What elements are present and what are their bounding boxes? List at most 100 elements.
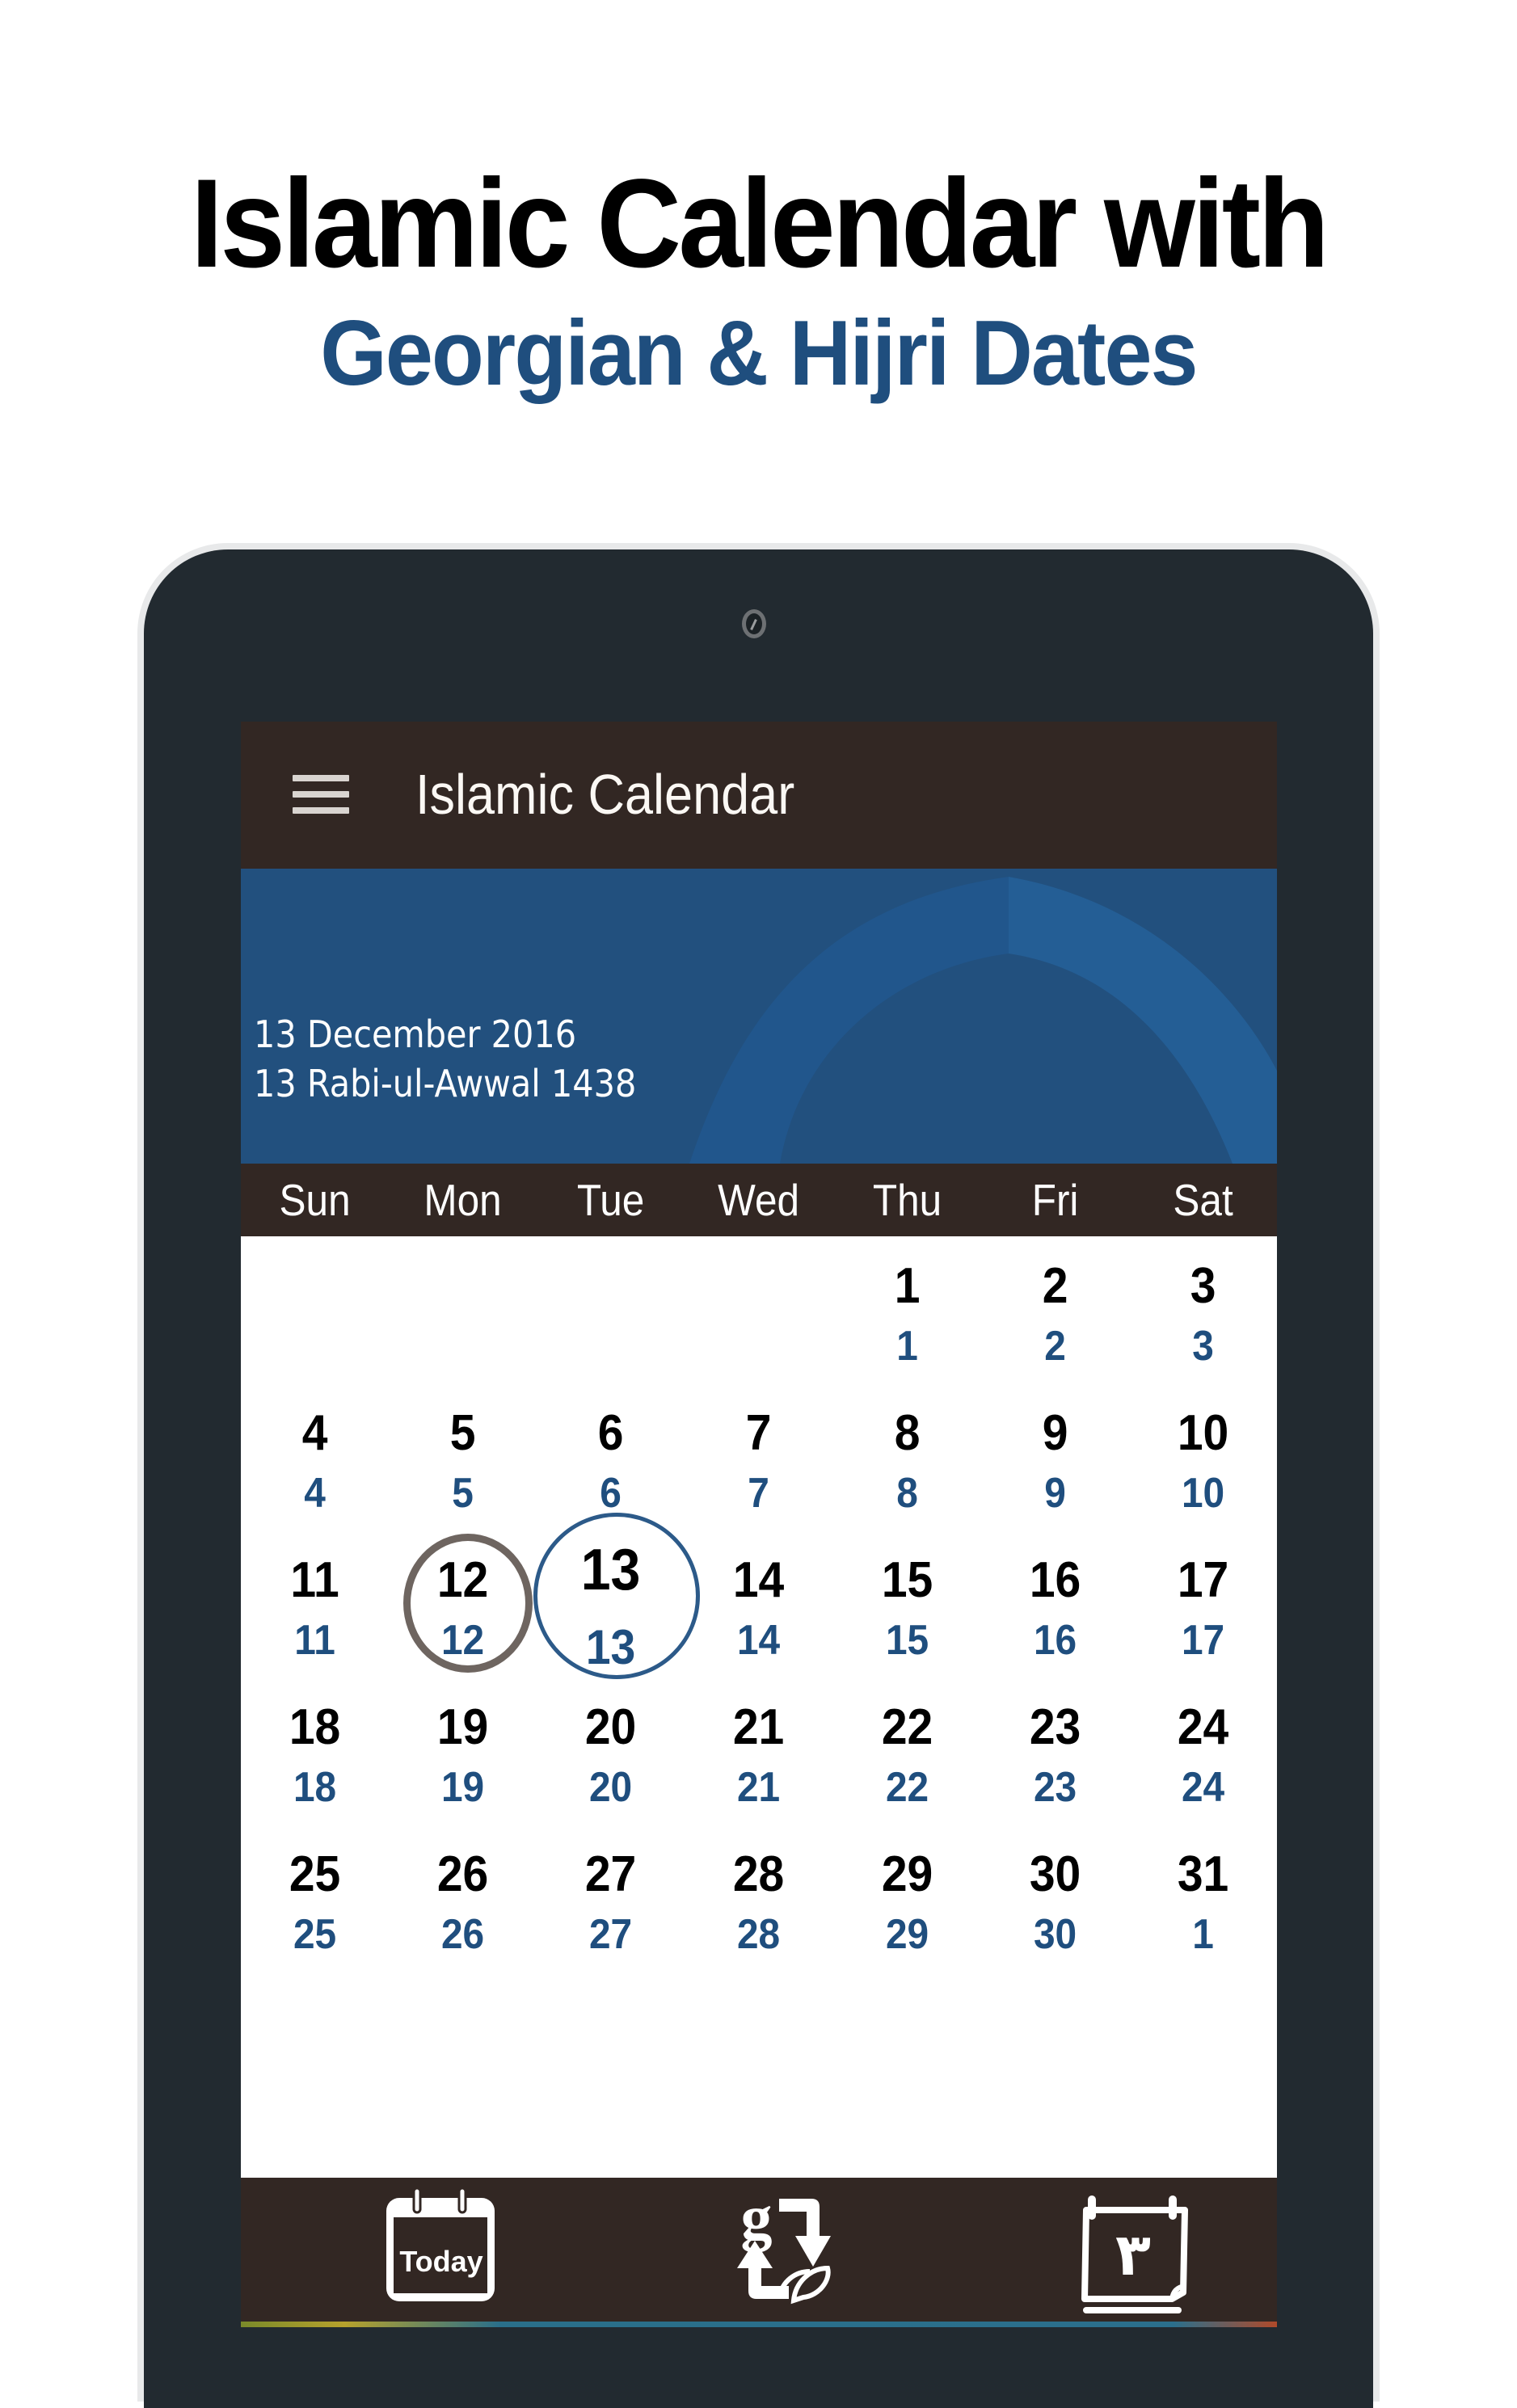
- hijri-day-number: 9: [1043, 1470, 1066, 1517]
- day-cell[interactable]: 88: [833, 1383, 981, 1530]
- hijri-day-number: 20: [589, 1764, 633, 1811]
- weekday-label: Mon: [423, 1175, 502, 1225]
- calendar-week-row: 25 25 26 26 27 27 28 28 29 29 30 30 31 1: [241, 1825, 1277, 1972]
- weekday-header: Sun Mon Tue Wed Thu Fri Sat: [241, 1164, 1277, 1236]
- day-cell[interactable]: 33: [1129, 1236, 1277, 1383]
- day-cell[interactable]: 44: [241, 1383, 389, 1530]
- svg-text:Today: Today: [399, 2245, 482, 2278]
- bottom-edge-strip: [241, 2322, 1277, 2327]
- hijri-day-number: 19: [441, 1764, 485, 1811]
- hijri-day-number: 5: [452, 1470, 474, 1517]
- hijri-day-number: 15: [885, 1617, 929, 1664]
- weekday-label: Thu: [872, 1175, 942, 1225]
- hijri-calendar-button[interactable]: ٣: [1052, 2178, 1214, 2327]
- day-cell[interactable]: 18 18: [241, 1678, 389, 1825]
- day-cell[interactable]: 20 20: [537, 1678, 685, 1825]
- gregorian-date: 13 December 2016: [254, 1012, 577, 1056]
- hijri-day-number: 26: [441, 1911, 485, 1958]
- day-cell[interactable]: 10 10: [1129, 1383, 1277, 1530]
- gregorian-day-number: 29: [881, 1846, 933, 1902]
- gregorian-day-number: 11: [290, 1552, 339, 1608]
- day-cell[interactable]: 30 30: [981, 1825, 1129, 1972]
- gregorian-day-number: 10: [1177, 1405, 1229, 1461]
- today-button[interactable]: Today: [344, 2178, 506, 2327]
- day-cell[interactable]: 27 27: [537, 1825, 685, 1972]
- gregorian-day-number: 31: [1177, 1846, 1229, 1902]
- day-cell[interactable]: 11: [833, 1236, 981, 1383]
- day-cell[interactable]: 25 25: [241, 1825, 389, 1972]
- gregorian-day-number: 12: [436, 1552, 489, 1608]
- weekday-label: Sat: [1173, 1175, 1233, 1225]
- day-cell[interactable]: 29 29: [833, 1825, 981, 1972]
- day-cell[interactable]: 17 17: [1129, 1530, 1277, 1678]
- day-cell[interactable]: 15 15: [833, 1530, 981, 1678]
- day-cell[interactable]: 22: [981, 1236, 1129, 1383]
- weekday-label: Sun: [279, 1175, 351, 1225]
- gregorian-day-number: 5: [449, 1405, 476, 1461]
- gregorian-day-number: 3: [1190, 1258, 1216, 1314]
- day-cell[interactable]: 77: [685, 1383, 832, 1530]
- gregorian-day-number: 6: [597, 1405, 624, 1461]
- date-header: 13 December 2016 13 Rabi-ul-Awwal 1438: [241, 869, 1277, 1164]
- hamburger-menu-icon[interactable]: [291, 760, 352, 828]
- day-cell-selected[interactable]: 12 12: [389, 1530, 537, 1678]
- empty-day-cell: [241, 1236, 389, 1383]
- day-cell[interactable]: 19 19: [389, 1678, 537, 1825]
- day-cell[interactable]: 14 14: [685, 1530, 832, 1678]
- gregorian-day-number: 25: [289, 1846, 341, 1902]
- hijri-day-number: 8: [895, 1470, 918, 1517]
- promo-headline: Islamic Calendar with: [190, 154, 1329, 294]
- hijri-day-number: 17: [1181, 1617, 1225, 1664]
- gregorian-day-number: 9: [1042, 1405, 1068, 1461]
- hijri-day-number: 7: [748, 1470, 770, 1517]
- gregorian-day-number: 23: [1029, 1699, 1081, 1755]
- day-cell[interactable]: 11 11: [241, 1530, 389, 1678]
- gregorian-day-number: 4: [301, 1405, 328, 1461]
- gregorian-day-number: 24: [1177, 1699, 1229, 1755]
- day-cell[interactable]: 16 16: [981, 1530, 1129, 1678]
- hijri-day-number: 10: [1181, 1470, 1225, 1517]
- hijri-day-number: 22: [885, 1764, 929, 1811]
- gregorian-day-number: 7: [746, 1405, 772, 1461]
- hijri-day-number: 28: [737, 1911, 781, 1958]
- hijri-day-number: 12: [441, 1617, 485, 1664]
- gregorian-day-number: 27: [585, 1846, 637, 1902]
- hijri-day-number: 4: [304, 1470, 326, 1517]
- day-cell[interactable]: 31 1: [1129, 1825, 1277, 1972]
- today-calendar-icon: Today: [386, 2187, 495, 2301]
- gregorian-day-number: 26: [436, 1846, 489, 1902]
- empty-day-cell: [537, 1236, 685, 1383]
- hijri-day-number: 23: [1033, 1764, 1077, 1811]
- day-cell[interactable]: 28 28: [685, 1825, 832, 1972]
- gregorian-day-number: 13: [581, 1538, 641, 1602]
- hijri-day-number: 30: [1033, 1911, 1077, 1958]
- hijri-day-number: 1: [1192, 1911, 1214, 1958]
- gregorian-day-number: 18: [289, 1699, 341, 1755]
- day-cell[interactable]: 21 21: [685, 1678, 832, 1825]
- calendar-week-row: 112233: [241, 1236, 1277, 1383]
- hijri-day-number: 21: [737, 1764, 781, 1811]
- day-cell-today[interactable]: 13 13: [533, 1513, 701, 1679]
- gregorian-day-number: 15: [881, 1552, 933, 1608]
- day-cell[interactable]: 26 26: [389, 1825, 537, 1972]
- calendar-week-row: 4 4 5 5 6 6 7 7 8 8 9 9 10 10: [241, 1383, 1277, 1530]
- gregorian-day-number: 19: [436, 1699, 489, 1755]
- day-cell[interactable]: 23 23: [981, 1678, 1129, 1825]
- bottom-nav: Today g ٣: [241, 2178, 1277, 2327]
- day-cell[interactable]: 22 22: [833, 1678, 981, 1825]
- app-screen: Islamic Calendar 13 December 2016 13 Rab…: [241, 722, 1277, 2327]
- gregorian-day-number: 17: [1177, 1552, 1229, 1608]
- day-cell[interactable]: 99: [981, 1383, 1129, 1530]
- gregorian-day-number: 21: [733, 1699, 785, 1755]
- gregorian-day-number: 2: [1042, 1258, 1068, 1314]
- date-converter-button[interactable]: g: [698, 2178, 860, 2327]
- day-cell[interactable]: 55: [389, 1383, 537, 1530]
- hijri-day-number: 3: [1192, 1323, 1214, 1370]
- day-cell[interactable]: 24 24: [1129, 1678, 1277, 1825]
- date-converter-icon: g: [737, 2182, 831, 2305]
- day-cell[interactable]: 66: [537, 1383, 685, 1530]
- hijri-day-number: 16: [1033, 1617, 1077, 1664]
- hijri-day-number: 1: [895, 1323, 918, 1370]
- empty-day-cell: [389, 1236, 537, 1383]
- hijri-day-number: 25: [293, 1911, 337, 1958]
